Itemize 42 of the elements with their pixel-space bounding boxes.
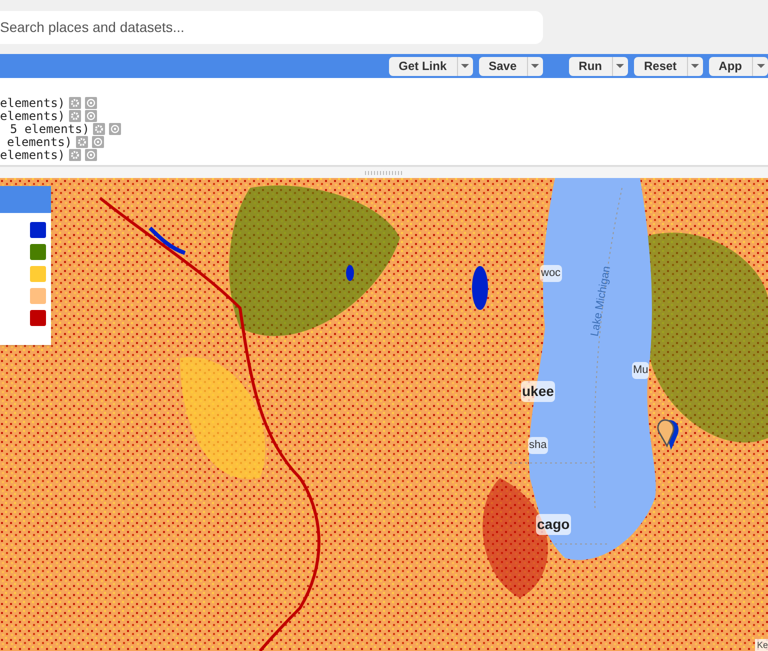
settings-icon[interactable] bbox=[69, 148, 82, 160]
toolbar-button[interactable]: Run bbox=[568, 56, 612, 76]
console-output: elements) bbox=[0, 148, 66, 164]
map-pin-icon[interactable] bbox=[655, 418, 681, 452]
caret-icon bbox=[531, 64, 540, 68]
dropdown-button[interactable] bbox=[752, 56, 768, 76]
console-output: 5 elements) bbox=[10, 122, 90, 136]
target-icon[interactable] bbox=[85, 110, 98, 122]
map-label: Lake Michigan bbox=[588, 264, 614, 338]
target-icon[interactable] bbox=[92, 136, 104, 148]
dropdown-button[interactable] bbox=[526, 56, 543, 76]
settings-icon[interactable] bbox=[69, 96, 82, 108]
map-attribution: Ke bbox=[755, 639, 768, 651]
target-icon[interactable] bbox=[85, 148, 98, 160]
map-view[interactable]: woc Lake Michigan Mu ukee sha cago Ke bbox=[0, 178, 768, 651]
map-label: Mu bbox=[632, 362, 650, 378]
caret-icon bbox=[616, 64, 624, 68]
settings-icon[interactable] bbox=[69, 110, 82, 122]
toolbar-button[interactable]: App bbox=[708, 56, 752, 76]
map-label: woc bbox=[540, 265, 562, 282]
console-output: elements) bbox=[7, 134, 72, 150]
dropdown-button[interactable] bbox=[612, 56, 628, 76]
legend-header bbox=[0, 186, 51, 213]
toolbar-button[interactable]: Save bbox=[478, 56, 527, 76]
dropdown-button[interactable] bbox=[456, 56, 473, 76]
settings-icon[interactable] bbox=[76, 136, 88, 148]
console-output: elements) bbox=[0, 94, 66, 110]
caret-icon bbox=[756, 64, 764, 68]
toolbar-button[interactable]: Reset bbox=[634, 56, 687, 76]
toolbar-button[interactable]: Get Link bbox=[388, 56, 457, 76]
caret-icon bbox=[461, 64, 470, 68]
resize-handle[interactable] bbox=[365, 171, 403, 175]
target-icon[interactable] bbox=[85, 96, 98, 108]
map-label: ukee bbox=[521, 381, 555, 402]
map-label: cago bbox=[536, 514, 571, 535]
dropdown-button[interactable] bbox=[686, 56, 703, 76]
target-icon[interactable] bbox=[109, 122, 122, 134]
settings-icon[interactable] bbox=[93, 122, 106, 134]
console-output: elements) bbox=[0, 108, 66, 124]
caret-icon bbox=[691, 64, 700, 68]
search-field[interactable]: Search places and datasets... bbox=[0, 10, 543, 44]
map-label: sha bbox=[528, 437, 548, 454]
